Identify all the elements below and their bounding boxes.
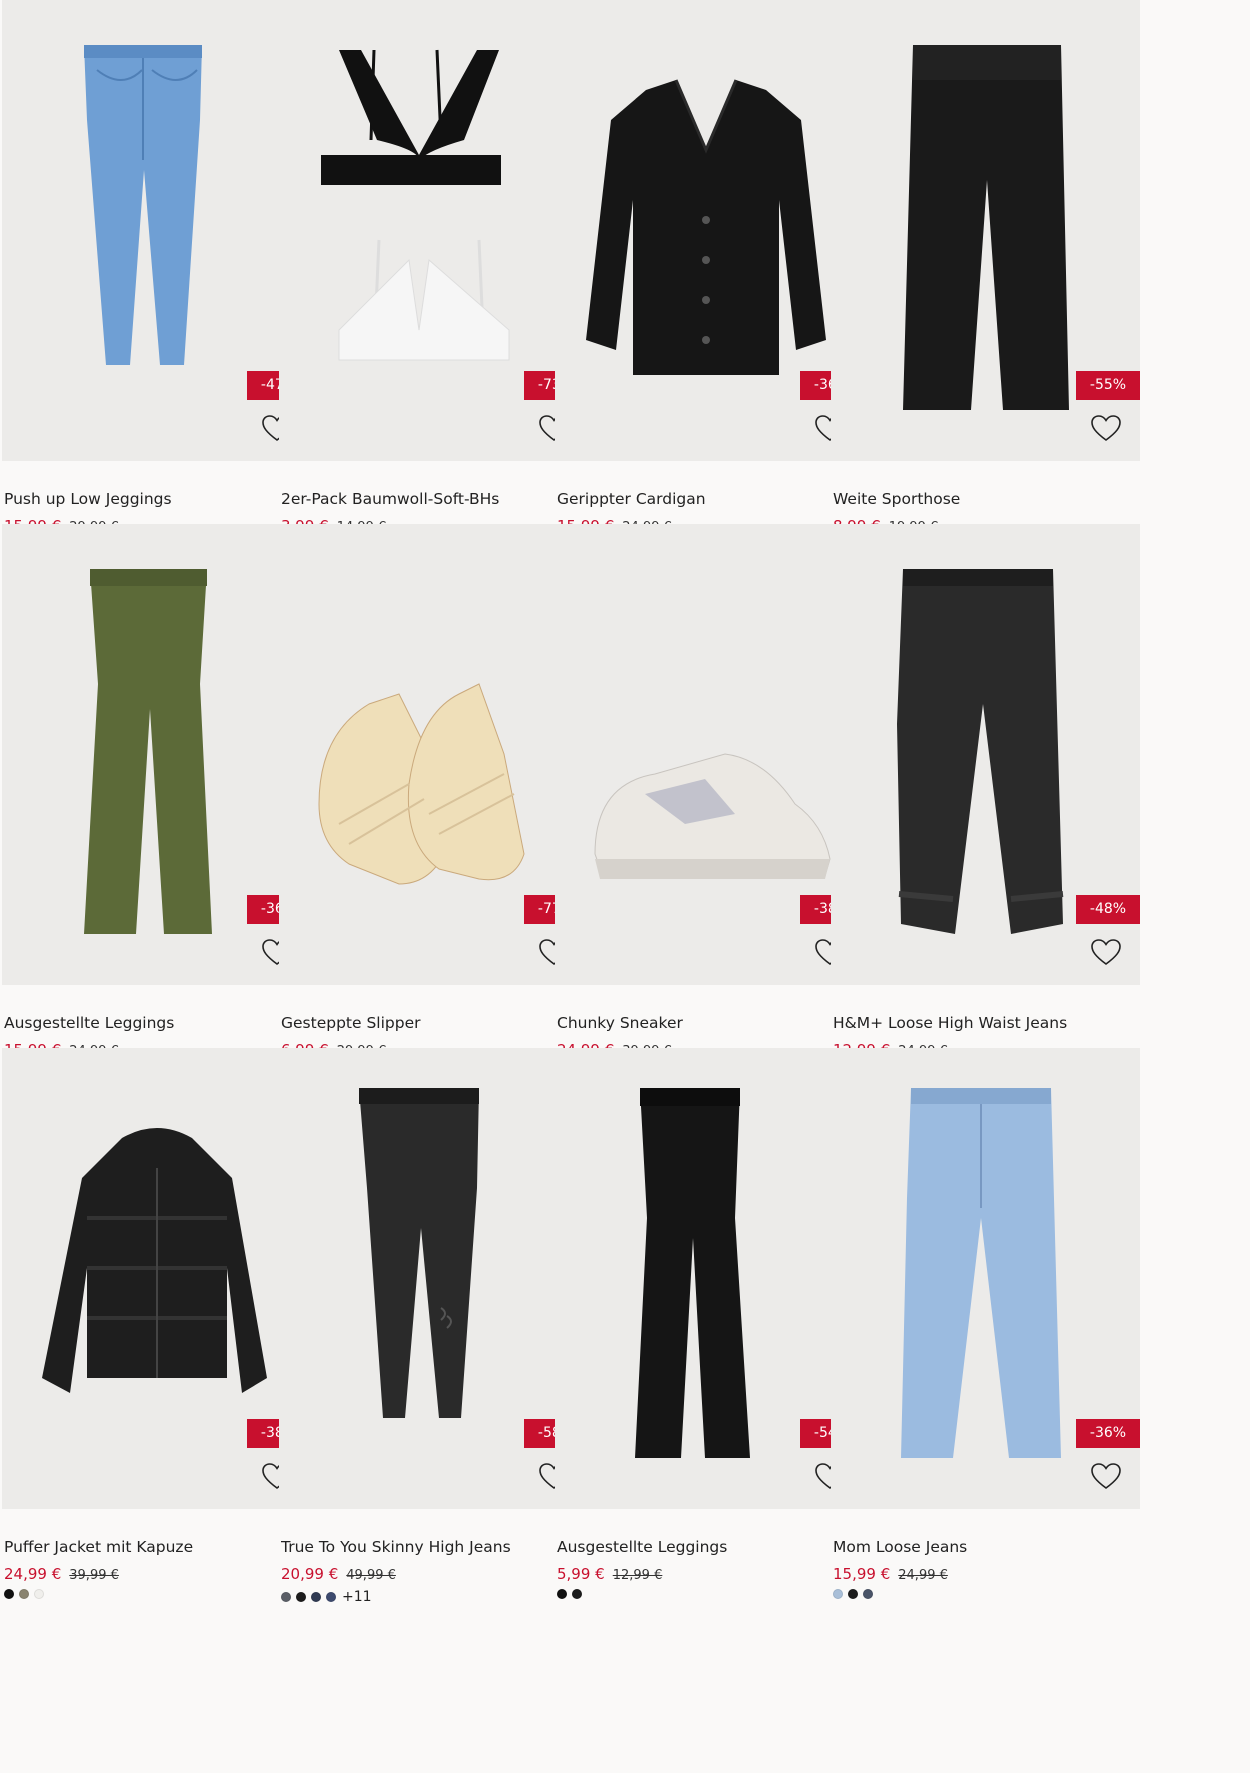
original-price: 24,99 € xyxy=(898,1568,948,1583)
original-price: 12,99 € xyxy=(612,1568,663,1583)
color-swatches: +11 xyxy=(281,1589,372,1605)
product-card[interactable]: -36% Ausgestellte Leggings 15,99 €24,99 … xyxy=(2,524,311,1075)
product-name[interactable]: 2er-Pack Baumwoll-Soft-BHs xyxy=(281,490,586,508)
color-swatch[interactable] xyxy=(572,1589,582,1599)
color-swatches xyxy=(557,1589,582,1599)
color-swatch[interactable] xyxy=(557,1589,567,1599)
product-card[interactable]: -73% 2er-Pack Baumwoll-Soft-BHs 3,99 €14… xyxy=(279,0,588,551)
color-swatches xyxy=(4,1589,44,1599)
discount-badge: -36% xyxy=(1076,1419,1140,1448)
discount-badge: -55% xyxy=(1076,371,1140,400)
product-image[interactable]: -36% xyxy=(2,524,311,985)
sale-price: 15,99 € xyxy=(833,1565,891,1583)
color-swatch[interactable] xyxy=(833,1589,843,1599)
color-swatch[interactable] xyxy=(848,1589,858,1599)
price-row: 20,99 € 49,99 € xyxy=(281,1564,396,1583)
product-grid: -47% Push up Low Jeggings 15,99 €29,99 €… xyxy=(0,0,1250,1773)
product-name[interactable]: Chunky Sneaker xyxy=(557,1014,862,1032)
product-name[interactable]: Gerippter Cardigan xyxy=(557,490,862,508)
product-name[interactable]: H&M+ Loose High Waist Jeans xyxy=(833,1014,1138,1032)
color-swatch[interactable] xyxy=(281,1592,291,1602)
heart-icon[interactable] xyxy=(1090,413,1122,445)
product-image[interactable]: -48% xyxy=(831,524,1140,985)
product-card[interactable]: -38% Chunky Sneaker 24,99 €39,99 € xyxy=(555,524,864,1075)
product-image[interactable]: -58% xyxy=(279,1048,588,1509)
product-card[interactable]: -38% Puffer Jacket mit Kapuze 24,99 € 39,… xyxy=(2,1048,311,1599)
product-name[interactable]: Puffer Jacket mit Kapuze xyxy=(4,1538,309,1556)
product-image[interactable]: -77% xyxy=(279,524,588,985)
sale-price: 24,99 € xyxy=(4,1565,62,1583)
product-card[interactable]: -36% Mom Loose Jeans 15,99 € 24,99 € xyxy=(831,1048,1140,1599)
original-price: 39,99 € xyxy=(69,1568,119,1583)
product-image[interactable]: -36% xyxy=(831,1048,1140,1509)
product-name[interactable]: Ausgestellte Leggings xyxy=(4,1014,309,1032)
product-image[interactable]: -73% xyxy=(279,0,588,461)
product-image[interactable]: -38% xyxy=(555,524,864,985)
color-swatch[interactable] xyxy=(863,1589,873,1599)
price-row: 24,99 € 39,99 € xyxy=(4,1564,119,1583)
product-card[interactable]: -54% Ausgestellte Leggings 5,99 € 12,99 € xyxy=(555,1048,864,1599)
price-row: 15,99 € 24,99 € xyxy=(833,1564,948,1583)
product-name[interactable]: Ausgestellte Leggings xyxy=(557,1538,862,1556)
color-swatch[interactable] xyxy=(19,1589,29,1599)
color-swatch[interactable] xyxy=(311,1592,321,1602)
original-price: 49,99 € xyxy=(346,1568,396,1583)
color-swatch[interactable] xyxy=(296,1592,306,1602)
product-image[interactable]: -55% xyxy=(831,0,1140,461)
product-card[interactable]: -55% Weite Sporthose 8,99 €19,99 € xyxy=(831,0,1140,551)
more-colors-count[interactable]: +11 xyxy=(342,1589,372,1605)
product-name[interactable]: Mom Loose Jeans xyxy=(833,1538,1138,1556)
product-card[interactable]: -77% Gesteppte Slipper 6,99 €29,99 € xyxy=(279,524,588,1075)
product-card[interactable]: -58% True To You Skinny High Jeans 20,99… xyxy=(279,1048,588,1605)
sale-price: 5,99 € xyxy=(557,1565,605,1583)
discount-badge: -48% xyxy=(1076,895,1140,924)
product-card[interactable]: -48% H&M+ Loose High Waist Jeans 12,99 €… xyxy=(831,524,1140,1075)
sale-price: 20,99 € xyxy=(281,1565,339,1583)
heart-icon[interactable] xyxy=(1090,937,1122,969)
color-swatch[interactable] xyxy=(4,1589,14,1599)
product-image[interactable]: -36% xyxy=(555,0,864,461)
color-swatches xyxy=(833,1589,873,1599)
product-image[interactable]: -54% xyxy=(555,1048,864,1509)
color-swatch[interactable] xyxy=(34,1589,44,1599)
product-image[interactable]: -38% xyxy=(2,1048,311,1509)
price-row: 5,99 € 12,99 € xyxy=(557,1564,662,1583)
product-name[interactable]: Push up Low Jeggings xyxy=(4,490,309,508)
product-card[interactable]: -36% Gerippter Cardigan 15,99 €24,99 € xyxy=(555,0,864,551)
color-swatch[interactable] xyxy=(326,1592,336,1602)
product-image[interactable]: -47% xyxy=(2,0,311,461)
product-card[interactable]: -47% Push up Low Jeggings 15,99 €29,99 €… xyxy=(2,0,311,557)
product-name[interactable]: Weite Sporthose xyxy=(833,490,1138,508)
product-name[interactable]: True To You Skinny High Jeans xyxy=(281,1538,586,1556)
product-name[interactable]: Gesteppte Slipper xyxy=(281,1014,586,1032)
heart-icon[interactable] xyxy=(1090,1461,1122,1493)
